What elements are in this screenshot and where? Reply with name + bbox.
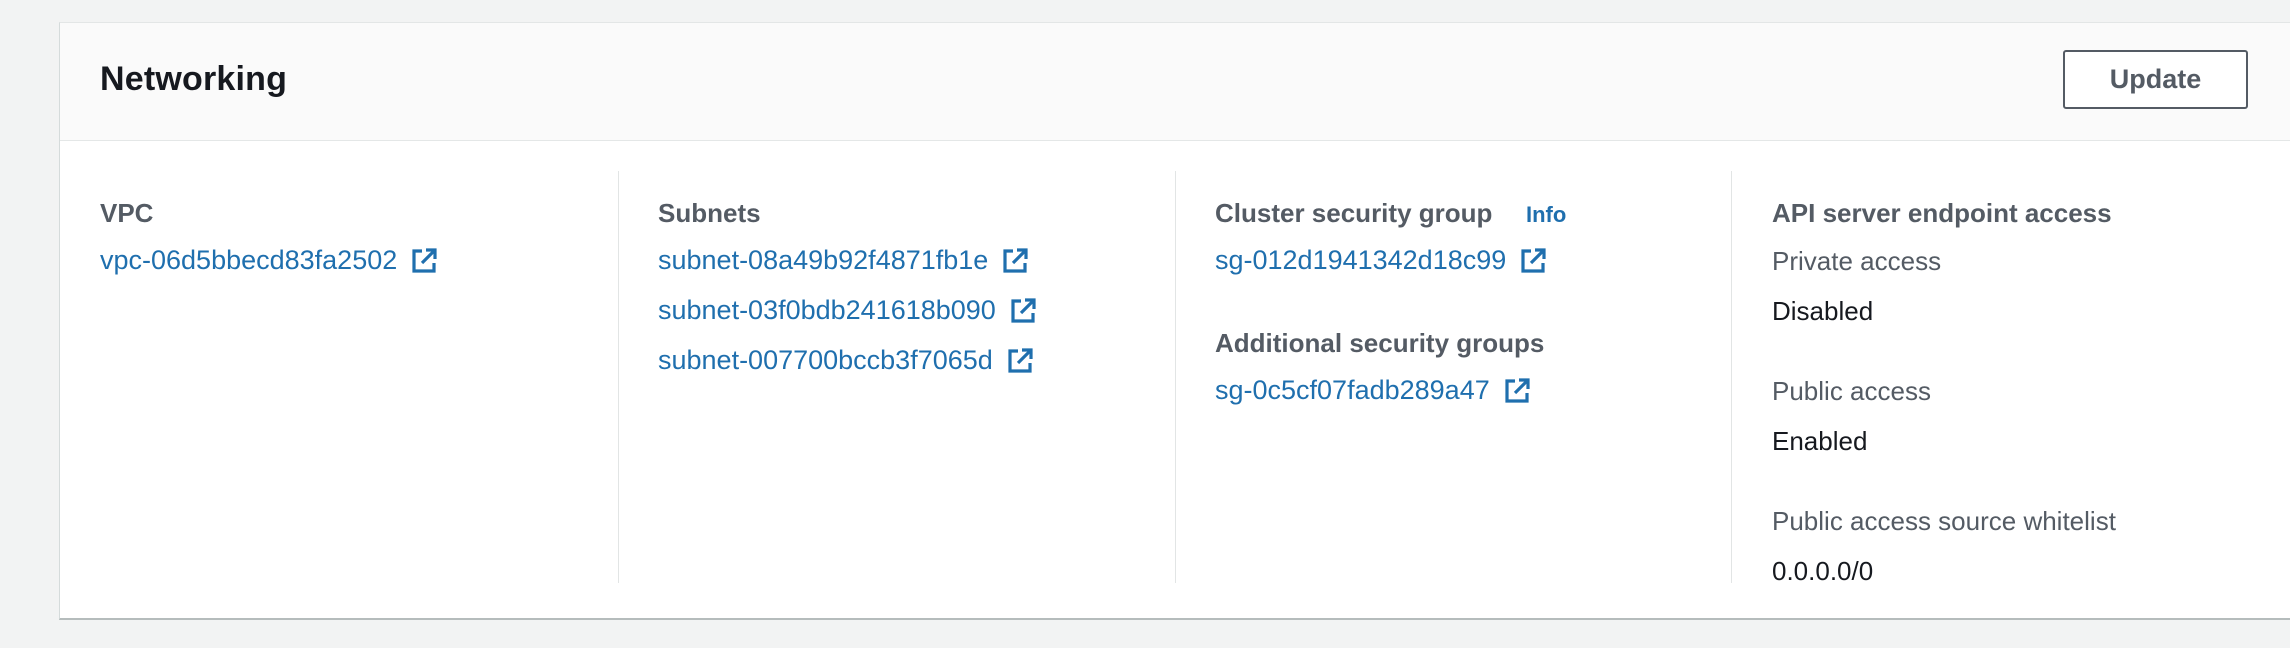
external-link-icon [1008,347,1033,373]
public-access-value: Enabled [1772,426,1868,456]
panel-header: Networking Update [60,23,2290,141]
private-access-value: Disabled [1772,296,1874,326]
external-link-icon [412,247,437,273]
whitelist-label: Public access source whitelist [1772,506,2116,536]
column-divider [1175,171,1176,583]
cluster-security-group-text: sg-012d1941342d18c99 [1215,245,1507,275]
external-link-icon [1505,377,1530,403]
cluster-security-group-link[interactable]: sg-012d1941342d18c99 [1215,245,1548,276]
subnet-link[interactable]: subnet-007700bccb3f7065d [658,345,1035,376]
column-divider [618,171,619,583]
private-access-label: Private access [1772,246,1942,276]
additional-security-group-text: sg-0c5cf07fadb289a47 [1215,375,1490,405]
update-button[interactable]: Update [2063,50,2248,109]
vpc-link-text: vpc-06d5bbecd83fa2502 [100,245,398,275]
additional-security-group-link[interactable]: sg-0c5cf07fadb289a47 [1215,375,1532,406]
subnet-link-text: subnet-08a49b92f4871fb1e [658,245,989,275]
column-divider [1731,171,1732,583]
cluster-security-group-label: Cluster security group [1215,198,1493,228]
subnet-link-text: subnet-007700bccb3f7065d [658,345,993,375]
vpc-link[interactable]: vpc-06d5bbecd83fa2502 [100,245,439,276]
subnet-link[interactable]: subnet-03f0bdb241618b090 [658,295,1038,326]
subnet-link[interactable]: subnet-08a49b92f4871fb1e [658,245,1030,276]
subnets-label: Subnets [658,198,761,228]
panel-title: Networking [100,60,288,98]
external-link-icon [1011,297,1036,323]
external-link-icon [1521,247,1546,273]
subnet-link-text: subnet-03f0bdb241618b090 [658,295,996,325]
external-link-icon [1003,247,1028,273]
public-access-label: Public access [1772,376,1931,406]
info-link[interactable]: Info [1526,202,1566,228]
whitelist-value: 0.0.0.0/0 [1772,556,1874,586]
vpc-label: VPC [100,198,154,228]
additional-security-groups-label: Additional security groups [1215,328,1545,358]
networking-panel: Networking Update VPC vpc-06d5bbecd83fa2… [59,22,2290,620]
endpoint-access-label: API server endpoint access [1772,198,2112,228]
